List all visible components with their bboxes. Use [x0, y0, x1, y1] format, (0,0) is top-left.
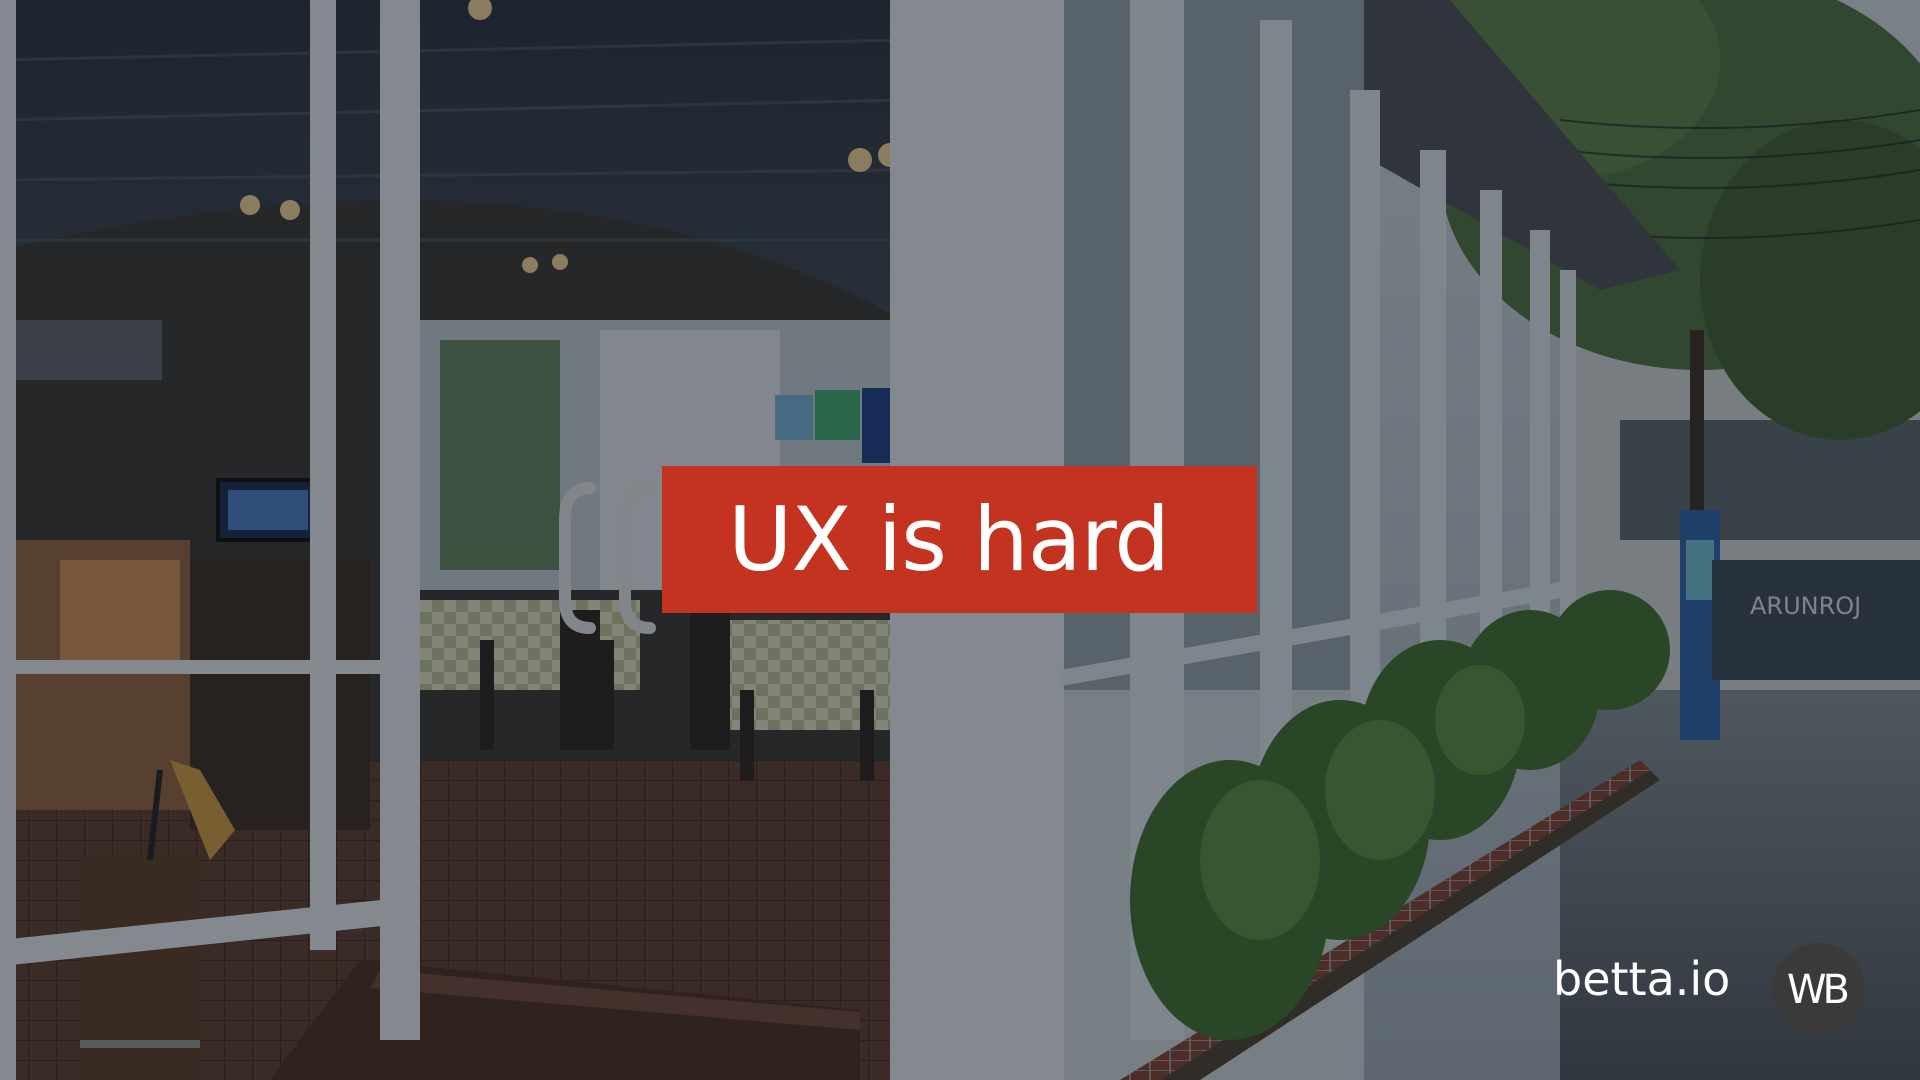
- wb-logo-text: WB: [1787, 966, 1850, 1013]
- slide: ARUNROJ UX is hard betta.io WB: [0, 0, 1920, 1080]
- brand-name: betta.io: [1553, 952, 1731, 1006]
- wb-logo: WB: [1772, 943, 1865, 1036]
- slide-title: UX is hard: [728, 487, 1170, 591]
- title-banner: UX is hard: [662, 466, 1257, 613]
